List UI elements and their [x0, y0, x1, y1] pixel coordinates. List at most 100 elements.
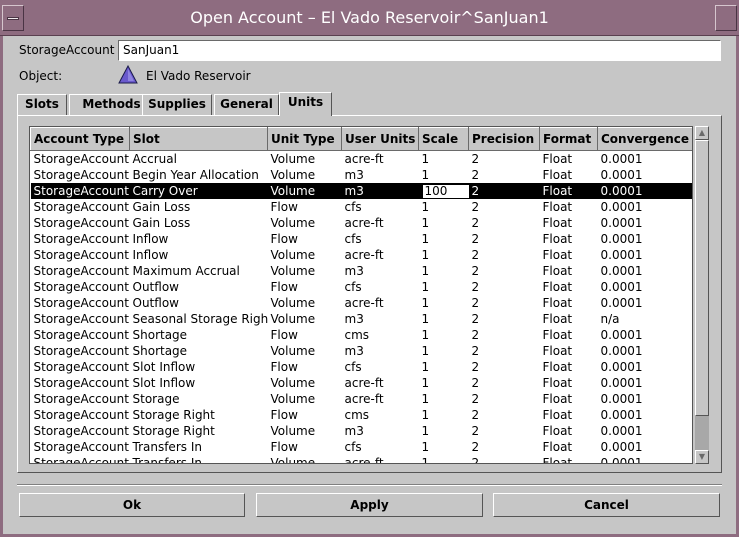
cell-precision[interactable]: 2	[469, 311, 540, 327]
cell-user-units[interactable]: m3	[342, 423, 419, 439]
cell-unit-type[interactable]: Volume	[267, 183, 342, 199]
cell-convergence[interactable]: 0.0001	[598, 215, 693, 231]
column-header-convergence[interactable]: Convergence	[597, 127, 692, 151]
cell-format[interactable]: Float	[540, 359, 598, 375]
window-menu-button[interactable]	[2, 5, 24, 31]
cell-convergence[interactable]: 0.0001	[598, 423, 693, 439]
cell-scale[interactable]: 1	[419, 407, 469, 423]
cell-unit-type[interactable]: Flow	[268, 279, 342, 295]
table-row[interactable]: StorageAccount Transfers In Volume acre-ft 1…	[31, 455, 693, 463]
cell-scale[interactable]: 100	[418, 183, 469, 199]
cell-user-units[interactable]: m3	[342, 263, 419, 279]
cell-slot[interactable]: Seasonal Storage Right	[130, 311, 268, 327]
cell-account-type[interactable]: StorageAccount	[31, 423, 130, 439]
cell-scale[interactable]: 1	[419, 199, 469, 215]
cell-unit-type[interactable]: Volume	[268, 343, 342, 359]
cell-user-units[interactable]: cms	[342, 407, 419, 423]
cell-slot[interactable]: Outflow	[130, 295, 268, 311]
cell-format[interactable]: Float	[540, 167, 598, 183]
cell-convergence[interactable]: 0.0001	[598, 439, 693, 455]
cell-convergence[interactable]: 0.0001	[598, 359, 693, 375]
table-row[interactable]: StorageAccount Slot Inflow Volume acre-ft 1 2…	[31, 375, 693, 391]
table-row[interactable]: StorageAccount Gain Loss Volume acre-ft 1 2 Fl…	[31, 215, 693, 231]
table-row[interactable]: StorageAccount Maximum Accrual Volume m3 1 2 F…	[31, 263, 693, 279]
cell-user-units[interactable]: acre-ft	[342, 247, 419, 263]
table-row[interactable]: StorageAccount Inflow Volume acre-ft 1 2 Float…	[31, 247, 693, 263]
table-row[interactable]: StorageAccount Inflow Flow cfs 1 2 Float 0.0001	[31, 231, 693, 247]
cell-unit-type[interactable]: Volume	[268, 151, 342, 168]
scroll-up-arrow-icon[interactable]: ▲	[695, 126, 709, 140]
column-header-slot[interactable]: Slot	[129, 127, 268, 151]
cell-account-type[interactable]: StorageAccount	[31, 151, 130, 168]
cell-scale[interactable]: 1	[419, 455, 469, 463]
cell-format[interactable]: Float	[540, 215, 598, 231]
cell-scale[interactable]: 1	[419, 423, 469, 439]
column-header-scale[interactable]: Scale	[418, 127, 469, 151]
tab-slots[interactable]: Slots	[17, 94, 67, 115]
cell-unit-type[interactable]: Flow	[268, 231, 342, 247]
cell-scale[interactable]: 1	[419, 359, 469, 375]
cell-scale[interactable]: 1	[419, 263, 469, 279]
table-row[interactable]: StorageAccount Shortage Volume m3 1 2 Float 0.0…	[31, 343, 693, 359]
cell-scale[interactable]: 1	[419, 311, 469, 327]
table-vertical-scrollbar[interactable]: ▲ ▼	[695, 126, 709, 464]
scale-edit-field[interactable]: 100	[421, 184, 469, 199]
cell-unit-type[interactable]: Flow	[268, 327, 342, 343]
cell-format[interactable]: Float	[540, 199, 598, 215]
cell-user-units[interactable]: acre-ft	[342, 295, 419, 311]
cell-format[interactable]: Float	[540, 439, 598, 455]
cell-user-units[interactable]: m3	[342, 343, 419, 359]
cell-convergence[interactable]: 0.0001	[598, 231, 693, 247]
cell-user-units[interactable]: cfs	[342, 279, 419, 295]
cell-unit-type[interactable]: Flow	[268, 359, 342, 375]
cell-unit-type[interactable]: Volume	[268, 263, 342, 279]
cell-convergence[interactable]: 0.0001	[598, 247, 693, 263]
cell-convergence[interactable]: 0.0001	[598, 279, 693, 295]
table-row[interactable]: StorageAccount Begin Year Allocation Volum…	[31, 167, 693, 183]
tab-supplies[interactable]: Supplies	[142, 94, 212, 115]
cell-user-units[interactable]: acre-ft	[342, 215, 419, 231]
cell-scale[interactable]: 1	[419, 167, 469, 183]
cell-convergence[interactable]: n/a	[598, 311, 693, 327]
cell-slot[interactable]: Shortage	[130, 343, 268, 359]
cell-account-type[interactable]: StorageAccount	[31, 375, 130, 391]
cell-scale[interactable]: 1	[419, 279, 469, 295]
cell-scale[interactable]: 1	[419, 439, 469, 455]
cell-slot[interactable]: Transfers In	[130, 439, 268, 455]
cell-format[interactable]: Float	[540, 247, 598, 263]
cell-unit-type[interactable]: Volume	[268, 375, 342, 391]
column-header-format[interactable]: Format	[539, 127, 598, 151]
cell-precision[interactable]: 2	[469, 391, 540, 407]
cell-precision[interactable]: 2	[469, 231, 540, 247]
cell-precision[interactable]: 2	[469, 247, 540, 263]
cell-format[interactable]: Float	[540, 311, 598, 327]
cell-format[interactable]: Float	[540, 391, 598, 407]
cell-account-type[interactable]: StorageAccount	[31, 231, 130, 247]
cell-unit-type[interactable]: Volume	[268, 247, 342, 263]
cell-account-type[interactable]: StorageAccount	[31, 167, 130, 183]
cell-precision[interactable]: 2	[469, 279, 540, 295]
cell-format[interactable]: Float	[540, 375, 598, 391]
tab-general[interactable]: General	[214, 94, 279, 115]
cell-precision[interactable]: 2	[469, 423, 540, 439]
cell-slot[interactable]: Slot Inflow	[130, 359, 268, 375]
apply-button[interactable]: Apply	[256, 493, 483, 517]
cell-account-type[interactable]: StorageAccount	[31, 407, 130, 423]
cell-user-units[interactable]: m3	[342, 311, 419, 327]
table-row[interactable]: StorageAccount Storage Right Volume m3 1 2 Flo…	[31, 423, 693, 439]
cell-account-type[interactable]: StorageAccount	[31, 359, 130, 375]
cell-scale[interactable]: 1	[419, 231, 469, 247]
cell-unit-type[interactable]: Volume	[268, 215, 342, 231]
cell-format[interactable]: Float	[540, 455, 598, 463]
table-row[interactable]: StorageAccount Seasonal Storage Right Volu…	[31, 311, 693, 327]
cell-slot[interactable]: Inflow	[130, 231, 268, 247]
cell-precision[interactable]: 2	[469, 263, 540, 279]
cell-convergence[interactable]: 0.0001	[598, 199, 693, 215]
table-row[interactable]: StorageAccount Storage Right Flow cms 1 2 Floa…	[31, 407, 693, 423]
cell-precision[interactable]: 2	[469, 407, 540, 423]
cell-precision[interactable]: 2	[469, 167, 540, 183]
cell-user-units[interactable]: m3	[342, 167, 419, 183]
cell-scale[interactable]: 1	[419, 391, 469, 407]
cell-unit-type[interactable]: Volume	[268, 295, 342, 311]
table-row[interactable]: StorageAccount Shortage Flow cms 1 2 Float 0.00…	[31, 327, 693, 343]
